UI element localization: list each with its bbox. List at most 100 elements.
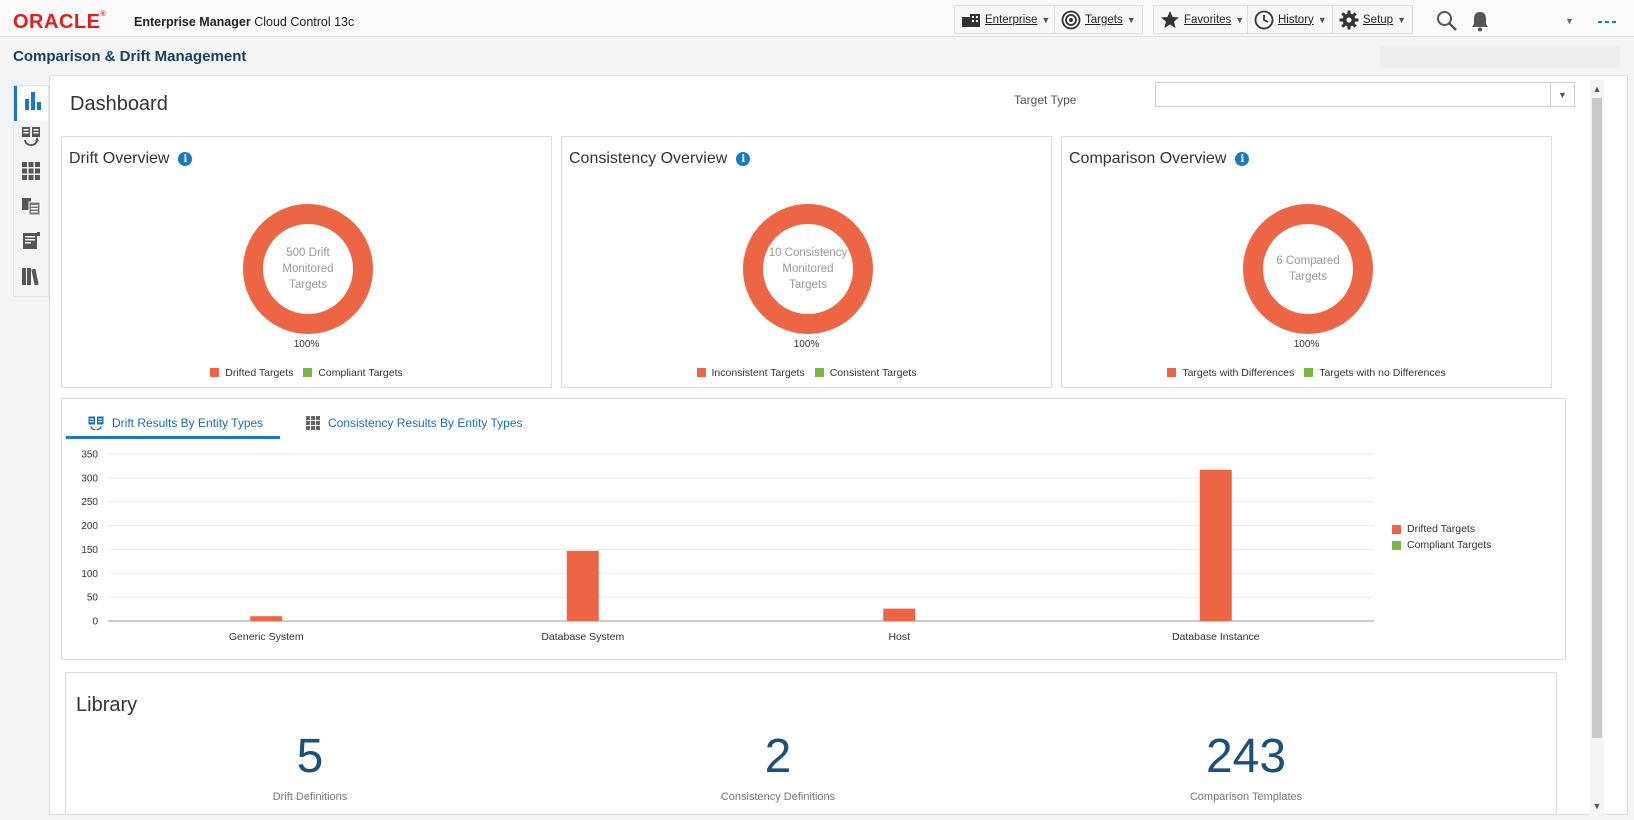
scroll-up-icon[interactable]: ▲	[1590, 82, 1604, 96]
drift-icon	[21, 126, 41, 151]
legend-item[interactable]: Targets with Differences	[1167, 367, 1294, 379]
card-title: Comparison Overview i	[1069, 150, 1250, 168]
gear-icon	[1339, 10, 1359, 30]
history-menu[interactable]: History ▼	[1247, 5, 1334, 34]
donut-percent: 100%	[293, 339, 320, 350]
y-tick-label: 250	[81, 497, 98, 508]
target-type-label: Target Type	[1014, 93, 1077, 107]
page-title: Comparison & Drift Management	[13, 48, 247, 65]
title-bar-placeholder	[1380, 46, 1620, 68]
legend-item[interactable]: Compliant Targets	[303, 367, 403, 379]
chevron-down-icon[interactable]: ▼	[1550, 83, 1574, 106]
nav-drift[interactable]	[14, 121, 48, 156]
bar[interactable]	[250, 616, 283, 621]
comparison-templates-caption: Comparison Templates	[1189, 791, 1303, 803]
main-content: Dashboard Target Type ▼ Drift Overview i …	[49, 75, 1628, 815]
bell-icon[interactable]	[1470, 10, 1490, 37]
product-name: Enterprise Manager Cloud Control 13c	[134, 15, 355, 29]
legend-item[interactable]: Drifted Targets	[1392, 521, 1491, 537]
x-tick-label: Host	[888, 631, 910, 643]
legend-item[interactable]: Compliant Targets	[1392, 537, 1491, 553]
y-tick-label: 200	[81, 521, 98, 532]
y-tick-label: 0	[92, 617, 98, 628]
setup-menu[interactable]: Setup ▼	[1332, 5, 1413, 34]
legend-item[interactable]: Inconsistent Targets	[696, 367, 805, 379]
oracle-logo[interactable]: ORACLE®	[13, 11, 106, 34]
nav-consistency[interactable]	[14, 156, 48, 191]
user-menu-caret-icon[interactable]: ▼	[1565, 16, 1574, 26]
bar[interactable]	[1199, 469, 1232, 621]
nav-dashboard[interactable]	[14, 86, 48, 121]
dashboard-title: Dashboard	[70, 93, 168, 115]
scroll-down-icon[interactable]: ▼	[1590, 799, 1604, 813]
nav-templates[interactable]	[14, 226, 48, 261]
info-icon[interactable]: i	[736, 152, 751, 166]
clock-icon	[1254, 10, 1274, 30]
nav-comparison[interactable]	[14, 191, 48, 226]
info-icon[interactable]: i	[1235, 152, 1250, 166]
search-icon[interactable]	[1436, 10, 1458, 37]
drift-overview-card: Drift Overview i 500 Drift Monitored Targ…	[61, 136, 552, 388]
consistency-overview-card: Consistency Overview i 10 Consistency Mon…	[561, 136, 1052, 388]
drift-definitions-count[interactable]: 5	[210, 729, 410, 784]
chevron-down-icon: ▼	[1397, 14, 1406, 25]
y-tick-label: 350	[81, 450, 98, 461]
comparison-templates-count[interactable]: 243	[1146, 729, 1346, 784]
donut-percent: 100%	[1293, 339, 1320, 350]
chevron-down-icon: ▼	[1126, 14, 1136, 25]
chevron-down-icon: ▼	[1235, 14, 1245, 25]
nav-library[interactable]	[14, 261, 48, 296]
bar[interactable]	[883, 608, 916, 621]
tab-drift-results[interactable]: Drift Results By Entity Types	[88, 409, 263, 437]
templates-icon	[21, 231, 41, 256]
card-legend: Inconsistent Targets Consistent Targets	[562, 367, 1051, 379]
legend-item[interactable]: Consistent Targets	[814, 367, 916, 379]
info-icon[interactable]: i	[178, 152, 193, 166]
donut-percent: 100%	[793, 339, 820, 350]
consistency-icon	[21, 161, 41, 186]
library-title: Library	[76, 694, 138, 716]
donut-center-text: 10 Consistency Monitored Targets	[768, 247, 848, 291]
x-tick-label: Database System	[541, 631, 624, 643]
enterprise-menu[interactable]: Enterprise ▼	[954, 5, 1058, 34]
y-tick-label: 150	[81, 545, 98, 556]
vertical-scrollbar[interactable]: ▲ ▼	[1590, 80, 1604, 815]
y-tick-label: 100	[81, 569, 98, 580]
chevron-down-icon: ▼	[1317, 14, 1327, 25]
comparison-overview-card: Comparison Overview i 6 Compared Targets …	[1061, 136, 1552, 388]
y-tick-label: 50	[87, 593, 99, 604]
card-title: Consistency Overview i	[569, 150, 751, 168]
consistency-definitions-caption: Consistency Definitions	[720, 791, 836, 803]
top-header: ORACLE® Enterprise Manager Cloud Control…	[0, 0, 1634, 37]
more-icon[interactable]	[1598, 13, 1616, 31]
library-panel: Library 5 Drift Definitions 2 Consistenc…	[65, 672, 1557, 814]
card-legend: Targets with Differences Targets with no…	[1062, 367, 1551, 379]
card-legend: Drifted Targets Compliant Targets	[62, 367, 551, 379]
targets-icon	[1061, 10, 1081, 30]
star-icon	[1160, 10, 1180, 29]
consistency-definitions-count[interactable]: 2	[678, 729, 878, 784]
chevron-down-icon: ▼	[1041, 14, 1051, 25]
tab-consistency-results[interactable]: Consistency Results By Entity Types	[306, 409, 523, 437]
results-panel: Drift Results By Entity Types Consistenc…	[61, 398, 1566, 660]
targets-menu[interactable]: Targets ▼	[1054, 5, 1143, 34]
bar[interactable]	[566, 550, 599, 621]
library-icon	[21, 266, 41, 291]
x-tick-label: Database Instance	[1172, 631, 1260, 643]
target-type-select[interactable]: ▼	[1155, 82, 1575, 107]
left-nav	[13, 85, 49, 297]
card-title: Drift Overview i	[69, 150, 193, 168]
donut-center-text: 6 Compared Targets	[1276, 255, 1340, 283]
favorites-menu[interactable]: Favorites ▼	[1153, 5, 1252, 34]
legend-item[interactable]: Drifted Targets	[210, 367, 293, 379]
drift-results-bar-chart: 0 50 100 150 200 250 300 350 Generic System Datab…	[81, 450, 1374, 643]
legend-item[interactable]: Targets with no Differences	[1304, 367, 1446, 379]
comparison-icon	[21, 196, 41, 221]
donut-center-text: 500 Drift Monitored Targets	[282, 247, 334, 291]
scrollbar-thumb[interactable]	[1592, 98, 1602, 738]
drift-definitions-caption: Drift Definitions	[272, 791, 348, 803]
enterprise-icon	[961, 12, 981, 28]
dashboard-icon	[24, 91, 42, 116]
x-tick-label: Generic System	[229, 631, 304, 643]
chart-legend: Drifted Targets Compliant Targets	[1392, 521, 1491, 553]
